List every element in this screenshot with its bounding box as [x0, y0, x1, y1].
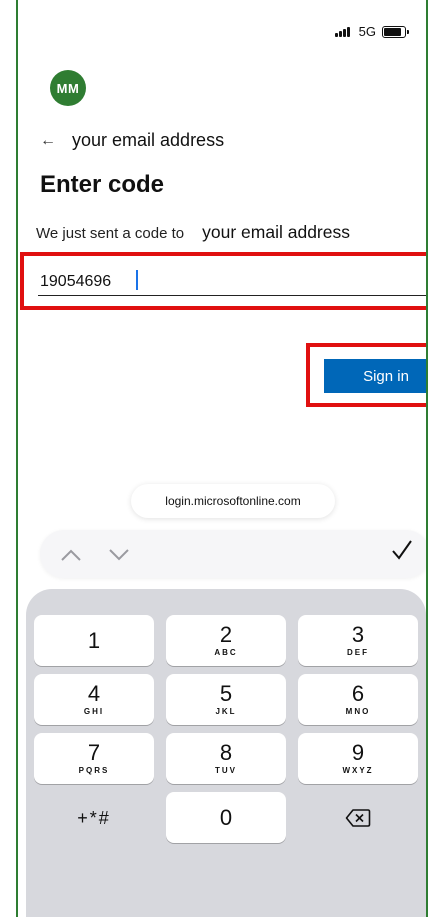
chevron-up-icon[interactable]: [60, 542, 82, 568]
key-6[interactable]: 6 MNO: [298, 674, 418, 725]
sign-in-highlight: Sign in: [306, 343, 426, 407]
back-arrow-icon[interactable]: ←: [40, 132, 56, 150]
back-row: ← your email address: [40, 130, 224, 151]
numeric-keypad: 1 2 ABC 3 DEF 4 GHI 5 JKL 6 MNO 7 PQRS 8 TUV 9W…: [26, 589, 426, 917]
key-8[interactable]: 8 TUV: [166, 733, 286, 784]
avatar: MM: [50, 70, 86, 106]
delete-key[interactable]: [298, 792, 418, 843]
key-5[interactable]: 5 JKL: [166, 674, 286, 725]
code-input[interactable]: [38, 268, 426, 296]
code-sent-email: your email address: [202, 222, 350, 242]
keyboard-toolbar: [40, 530, 426, 578]
code-input-highlight: [20, 252, 426, 310]
code-sent-label: We just sent a code to: [36, 225, 185, 242]
battery-icon: [382, 25, 409, 38]
status-bar: 5G: [334, 24, 409, 39]
key-7[interactable]: 7 PQRS: [34, 733, 154, 784]
key-0[interactable]: 0: [166, 792, 286, 843]
key-1[interactable]: 1: [34, 615, 154, 666]
key-2[interactable]: 2 ABC: [166, 615, 286, 666]
sign-in-button[interactable]: Sign in: [324, 359, 426, 393]
phone-frame: 5G MM ← your email address Enter code We…: [16, 0, 428, 917]
key-9[interactable]: 9 WXYZ: [298, 733, 418, 784]
network-type: 5G: [358, 24, 376, 39]
account-email: your email address: [72, 130, 225, 150]
url-text: login.microsoftonline.com: [165, 494, 301, 508]
code-sent-message: We just sent a code to your email addres…: [36, 222, 350, 243]
backspace-icon: [345, 808, 371, 827]
chevron-down-icon[interactable]: [108, 542, 130, 568]
key-symbols[interactable]: +*#: [34, 792, 154, 843]
checkmark-icon[interactable]: [390, 538, 414, 569]
browser-url-bar[interactable]: login.microsoftonline.com: [131, 484, 335, 518]
cellular-signal-icon: [334, 26, 353, 37]
page-title: Enter code: [40, 171, 165, 198]
key-3[interactable]: 3 DEF: [298, 615, 418, 666]
key-4[interactable]: 4 GHI: [34, 674, 154, 725]
text-caret: [136, 270, 138, 290]
